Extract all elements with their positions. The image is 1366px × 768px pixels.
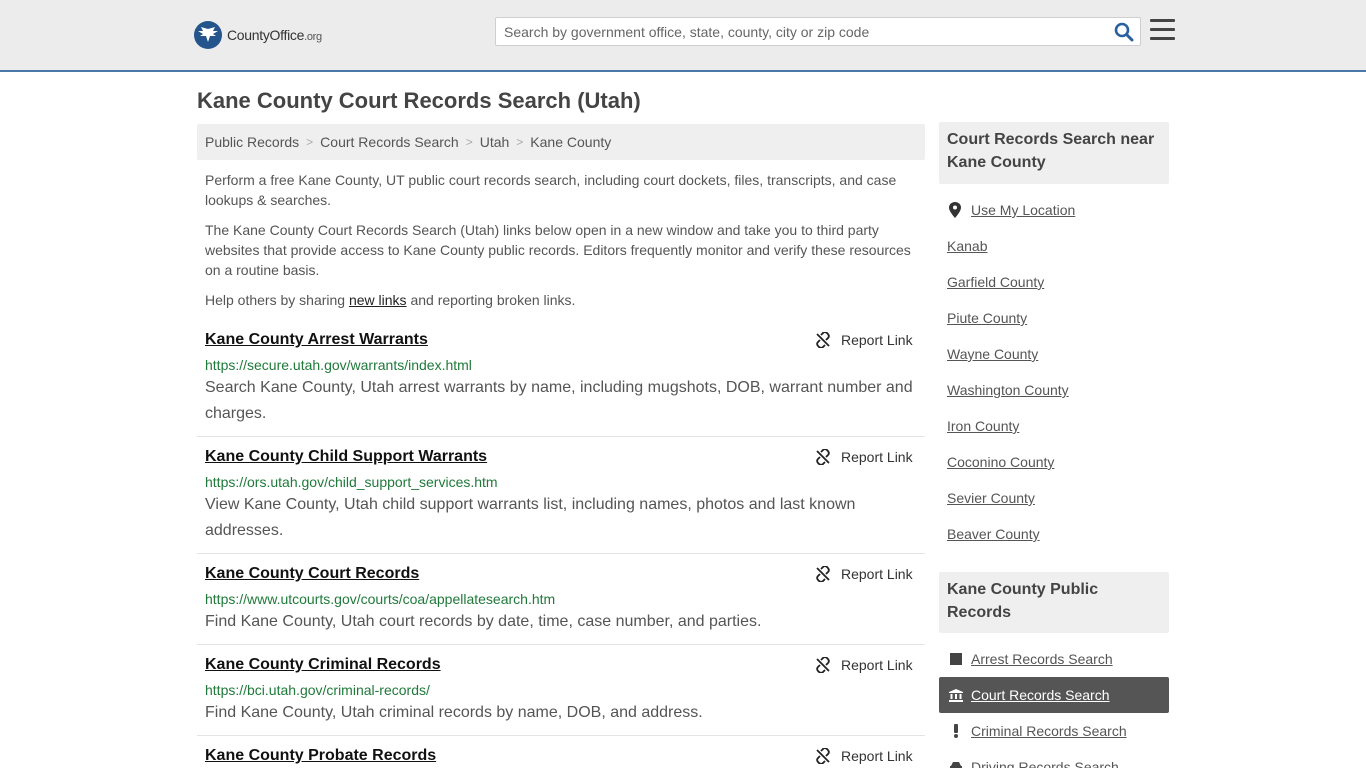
car-icon bbox=[949, 761, 963, 768]
nearby-link-kanab[interactable]: Kanab bbox=[947, 238, 987, 254]
report-link-button[interactable]: Report Link bbox=[815, 449, 913, 465]
sidebar-item-label: Driving Records Search bbox=[971, 759, 1119, 768]
intro-paragraph-3: Help others by sharing new links and rep… bbox=[205, 292, 576, 308]
sidebar-item-driving-records[interactable]: Driving Records Search bbox=[939, 749, 1169, 768]
public-records-heading: Kane County Public Records bbox=[939, 572, 1169, 633]
report-link-button[interactable]: Report Link bbox=[815, 748, 913, 764]
breadcrumb-chevron-icon: > bbox=[465, 135, 473, 149]
nearby-link-washington-county[interactable]: Washington County bbox=[947, 382, 1069, 398]
listing-description: View Kane County, Utah child support war… bbox=[205, 496, 856, 539]
nearby-link-coconino-county[interactable]: Coconino County bbox=[947, 454, 1054, 470]
exclamation-icon bbox=[949, 724, 963, 738]
site-logo[interactable]: CountyOffice.org bbox=[194, 21, 322, 49]
sidebar-item-label: Criminal Records Search bbox=[971, 723, 1127, 739]
report-link-button[interactable]: Report Link bbox=[815, 332, 913, 348]
listing-url: https://www.utcourts.gov/courts/coa/appe… bbox=[205, 591, 556, 607]
listing-item: Kane County Criminal Records Report Link… bbox=[197, 656, 925, 736]
listing-description: Find Kane County, Utah court records by … bbox=[205, 613, 762, 630]
search-input[interactable] bbox=[496, 18, 1106, 45]
new-links-link[interactable]: new links bbox=[349, 292, 407, 308]
broken-link-icon bbox=[816, 449, 830, 465]
sidebar-item-label: Arrest Records Search bbox=[971, 651, 1113, 667]
site-header: CountyOffice.org bbox=[0, 0, 1366, 72]
nearby-link-iron-county[interactable]: Iron County bbox=[947, 418, 1019, 434]
report-link-label: Report Link bbox=[841, 657, 913, 673]
nearby-link-sevier-county[interactable]: Sevier County bbox=[947, 490, 1035, 506]
page-title: Kane County Court Records Search (Utah) bbox=[197, 88, 641, 113]
listing-url: https://ors.utah.gov/child_support_servi… bbox=[205, 474, 498, 490]
report-link-label: Report Link bbox=[841, 748, 913, 764]
search-icon[interactable] bbox=[1114, 22, 1134, 42]
logo-eagle-icon bbox=[194, 21, 222, 49]
listing-url: https://secure.utah.gov/warrants/index.h… bbox=[205, 357, 472, 373]
nearby-heading: Court Records Search near Kane County bbox=[939, 122, 1169, 184]
broken-link-icon bbox=[816, 748, 830, 764]
breadcrumb-kane-county[interactable]: Kane County bbox=[530, 134, 611, 150]
logo-text: CountyOffice.org bbox=[227, 27, 322, 43]
sidebar-item-arrest-records[interactable]: Arrest Records Search bbox=[939, 641, 1169, 677]
map-pin-icon bbox=[949, 202, 961, 218]
nearby-link-beaver-county[interactable]: Beaver County bbox=[947, 526, 1040, 542]
nearby-link-garfield-county[interactable]: Garfield County bbox=[947, 274, 1044, 290]
report-link-button[interactable]: Report Link bbox=[815, 566, 913, 582]
listing-description: Search Kane County, Utah arrest warrants… bbox=[205, 379, 913, 422]
broken-link-icon bbox=[816, 657, 830, 673]
listing-item: Kane County Probate Records Report Link bbox=[197, 747, 925, 768]
report-link-label: Report Link bbox=[841, 332, 913, 348]
square-icon bbox=[949, 653, 963, 665]
report-link-button[interactable]: Report Link bbox=[815, 657, 913, 673]
listing-description: Find Kane County, Utah criminal records … bbox=[205, 704, 703, 721]
sidebar-item-criminal-records[interactable]: Criminal Records Search bbox=[939, 713, 1169, 749]
listing-item: Kane County Arrest Warrants Report Link … bbox=[197, 331, 925, 437]
listing-url: https://bci.utah.gov/criminal-records/ bbox=[205, 682, 430, 698]
listing-title[interactable]: Kane County Court Records bbox=[205, 565, 419, 583]
breadcrumb: Public Records > Court Records Search > … bbox=[197, 124, 925, 160]
nearby-link-wayne-county[interactable]: Wayne County bbox=[947, 346, 1038, 362]
listing-title[interactable]: Kane County Child Support Warrants bbox=[205, 448, 487, 466]
report-link-label: Report Link bbox=[841, 566, 913, 582]
breadcrumb-court-records-search[interactable]: Court Records Search bbox=[320, 134, 459, 150]
listing-title[interactable]: Kane County Probate Records bbox=[205, 747, 436, 765]
sidebar-item-label: Court Records Search bbox=[971, 687, 1110, 703]
listing-title[interactable]: Kane County Arrest Warrants bbox=[205, 331, 428, 349]
breadcrumb-public-records[interactable]: Public Records bbox=[205, 134, 299, 150]
intro-paragraph-2: The Kane County Court Records Search (Ut… bbox=[205, 222, 911, 278]
breadcrumb-chevron-icon: > bbox=[306, 135, 314, 149]
use-my-location[interactable]: Use My Location bbox=[949, 202, 1075, 218]
breadcrumb-chevron-icon: > bbox=[516, 135, 524, 149]
listing-item: Kane County Court Records Report Link ht… bbox=[197, 565, 925, 645]
broken-link-icon bbox=[816, 566, 830, 582]
hamburger-menu-icon[interactable] bbox=[1150, 19, 1175, 41]
listing-item: Kane County Child Support Warrants Repor… bbox=[197, 448, 925, 554]
listing-title[interactable]: Kane County Criminal Records bbox=[205, 656, 441, 674]
intro-paragraph-1: Perform a free Kane County, UT public co… bbox=[205, 172, 897, 208]
nearby-link-piute-county[interactable]: Piute County bbox=[947, 310, 1027, 326]
report-link-label: Report Link bbox=[841, 449, 913, 465]
courthouse-icon bbox=[949, 688, 963, 702]
sidebar-item-court-records[interactable]: Court Records Search bbox=[939, 677, 1169, 713]
use-my-location-label: Use My Location bbox=[971, 202, 1076, 218]
broken-link-icon bbox=[816, 332, 830, 348]
breadcrumb-utah[interactable]: Utah bbox=[480, 134, 510, 150]
search-box bbox=[495, 17, 1141, 46]
